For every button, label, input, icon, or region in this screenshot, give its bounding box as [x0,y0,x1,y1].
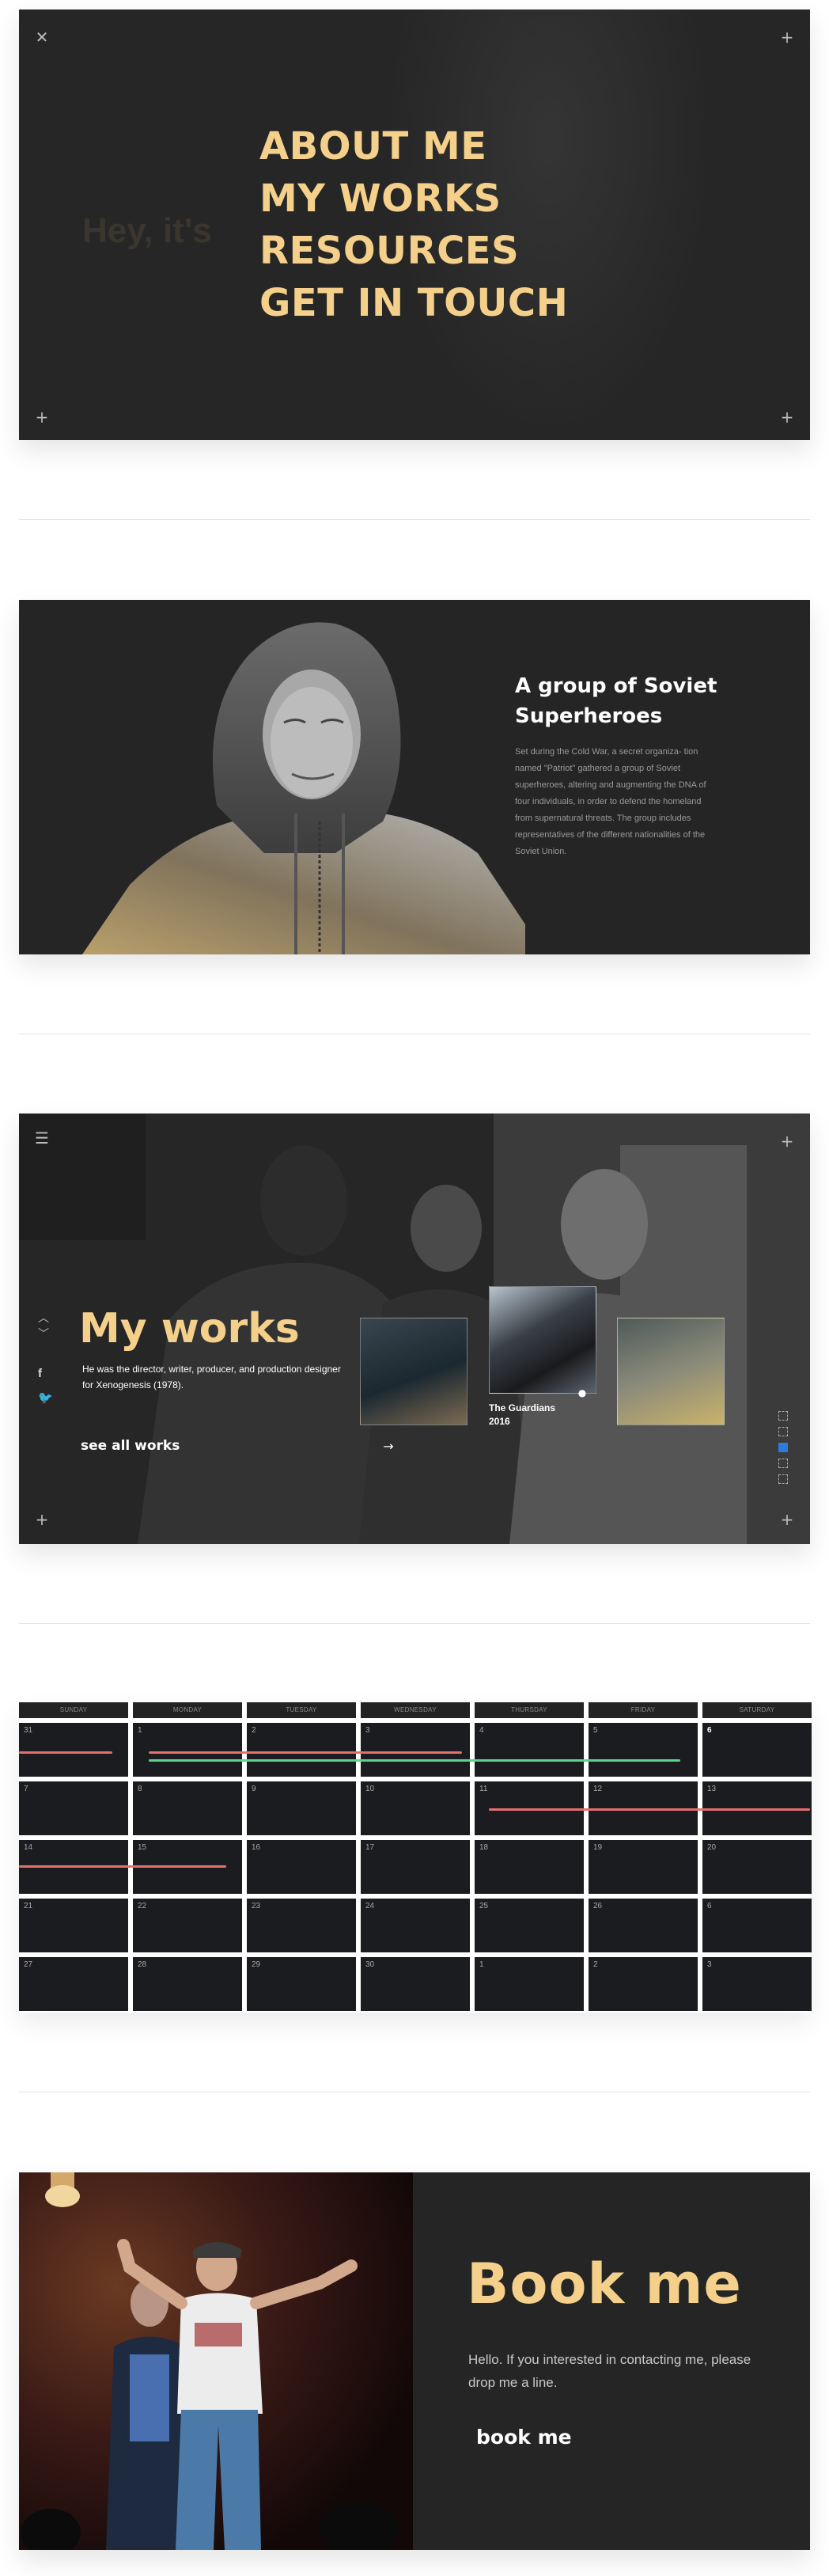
plus-icon[interactable]: + [780,29,794,45]
book-me-label: book me [476,2426,572,2449]
calendar-day-header: MONDAY [133,1702,242,1718]
calendar: SUNDAY MONDAY TUESDAY WEDNESDAY THURSDAY FRID… [19,1702,812,2013]
book-me-panel: Book me Hello. If you interested in cont… [19,2172,810,2550]
work-thumbnail[interactable] [617,1318,725,1425]
hamburger-menu-icon[interactable]: ☰ [35,1130,49,1146]
plus-icon[interactable]: + [35,409,49,425]
calendar-day-cell[interactable]: 20 [702,1840,812,1894]
section-divider [19,519,810,520]
cursor-icon: ● [577,1387,587,1398]
plus-icon[interactable]: + [780,1133,794,1149]
calendar-day-cell[interactable]: 21 [19,1899,128,1952]
calendar-event-bar[interactable] [19,1865,226,1868]
calendar-day-cell[interactable]: 19 [589,1840,698,1894]
menu-item-about-me[interactable]: ABOUT ME [259,120,568,173]
slide-dot[interactable] [778,1459,788,1468]
calendar-day-cell[interactable]: 3 [702,1957,812,2011]
slide-dot[interactable] [778,1411,788,1421]
menu-item-my-works[interactable]: MY WORKS [259,173,568,225]
see-all-works-link[interactable]: see all works [81,1438,185,1456]
calendar-day-cell[interactable]: 7 [19,1781,128,1835]
section-divider [19,1623,810,1624]
performer-photo [19,2172,413,2550]
calendar-event-bar[interactable] [19,1751,112,1754]
work-thumbnail[interactable] [360,1318,467,1425]
calendar-day-header: SATURDAY [702,1702,812,1718]
menu-overlay-panel: Hey, it's ✕ + + + ABOUT ME MY WORKS RESO… [19,9,810,440]
calendar-day-cell[interactable]: 2 [247,1723,356,1777]
hero-description: Set during the Cold War, a secret organi… [515,747,706,856]
calendar-day-cell[interactable]: 23 [247,1899,356,1952]
calendar-day-cell[interactable]: 10 [361,1781,470,1835]
my-works-panel: ☰ + + + ︿ ﹀ f 🐦 My works He was the dire… [19,1113,810,1544]
calendar-day-cell[interactable]: 3 [361,1723,470,1777]
plus-icon[interactable]: + [780,1512,794,1527]
calendar-day-cell[interactable]: 31 [19,1723,128,1777]
calendar-day-cell[interactable]: 30 [361,1957,470,2011]
menu-item-resources[interactable]: RESOURCES [259,225,568,277]
calendar-day-cell[interactable]: 18 [475,1840,584,1894]
featured-work-title: The Guardians [489,1402,556,1413]
calendar-day-cell[interactable]: 4 [475,1723,584,1777]
calendar-day-header: WEDNESDAY [361,1702,470,1718]
book-me-button[interactable]: book me [470,2426,577,2452]
featured-work-caption: The Guardians 2016 [489,1402,555,1428]
calendar-day-cell[interactable]: 27 [19,1957,128,2011]
calendar-day-cell[interactable]: 2 [589,1957,698,2011]
calendar-day-cell[interactable]: 5 [589,1723,698,1777]
book-me-title: Book me [467,2252,742,2316]
calendar-day-cell[interactable]: 17 [361,1840,470,1894]
portrait-image [82,622,525,954]
calendar-day-header: THURSDAY [475,1702,584,1718]
calendar-day-cell[interactable]: 9 [247,1781,356,1835]
calendar-event-bar[interactable] [149,1751,462,1754]
calendar-day-header: SUNDAY [19,1702,128,1718]
main-menu: ABOUT ME MY WORKS RESOURCES GET IN TOUCH [259,120,568,329]
calendar-day-cell[interactable]: 24 [361,1899,470,1952]
calendar-day-cell[interactable]: 6 [702,1899,812,1952]
plus-icon[interactable]: + [35,1512,49,1527]
calendar-day-cell[interactable]: 6 [702,1723,812,1777]
see-all-works-label: see all works [81,1438,180,1454]
calendar-day-cell[interactable]: 26 [589,1899,698,1952]
calendar-day-header: FRIDAY [589,1702,698,1718]
calendar-day-cell[interactable]: 25 [475,1899,584,1952]
calendar-day-cell[interactable]: 1 [475,1957,584,2011]
calendar-day-cell[interactable]: 16 [247,1840,356,1894]
calendar-day-cell[interactable]: 22 [133,1899,242,1952]
calendar-event-bar[interactable] [149,1759,680,1762]
facebook-icon[interactable]: f [38,1367,42,1380]
hero-title: A group of Soviet Superheroes [515,674,717,728]
calendar-event-bar[interactable] [489,1808,810,1811]
twitter-icon[interactable]: 🐦 [38,1390,53,1405]
calendar-day-header: TUESDAY [247,1702,356,1718]
slide-dot[interactable] [778,1427,788,1436]
plus-icon[interactable]: + [780,409,794,425]
work-thumbnail-featured[interactable] [489,1286,596,1394]
works-description: He was the director, writer, producer, a… [82,1364,341,1390]
hero-panel: A group of Soviet Superheroes Set during… [19,600,810,954]
slide-dot-active[interactable] [778,1443,788,1452]
works-title: My works [79,1305,300,1352]
chevron-down-icon[interactable]: ﹀ [36,1327,51,1341]
calendar-day-cell[interactable]: 1 [133,1723,242,1777]
arrow-right-icon[interactable]: → [381,1440,396,1454]
close-icon[interactable]: ✕ [35,29,49,45]
featured-work-year: 2016 [489,1416,510,1427]
calendar-day-cell[interactable]: 8 [133,1781,242,1835]
slide-dot[interactable] [778,1474,788,1484]
chevron-up-icon[interactable]: ︿ [36,1311,51,1326]
calendar-day-cell[interactable]: 28 [133,1957,242,2011]
menu-item-get-in-touch[interactable]: GET IN TOUCH [259,277,568,329]
ghost-greeting: Hey, it's [82,211,212,250]
calendar-day-cell[interactable]: 29 [247,1957,356,2011]
book-me-description: Hello. If you interested in contacting m… [468,2352,751,2390]
